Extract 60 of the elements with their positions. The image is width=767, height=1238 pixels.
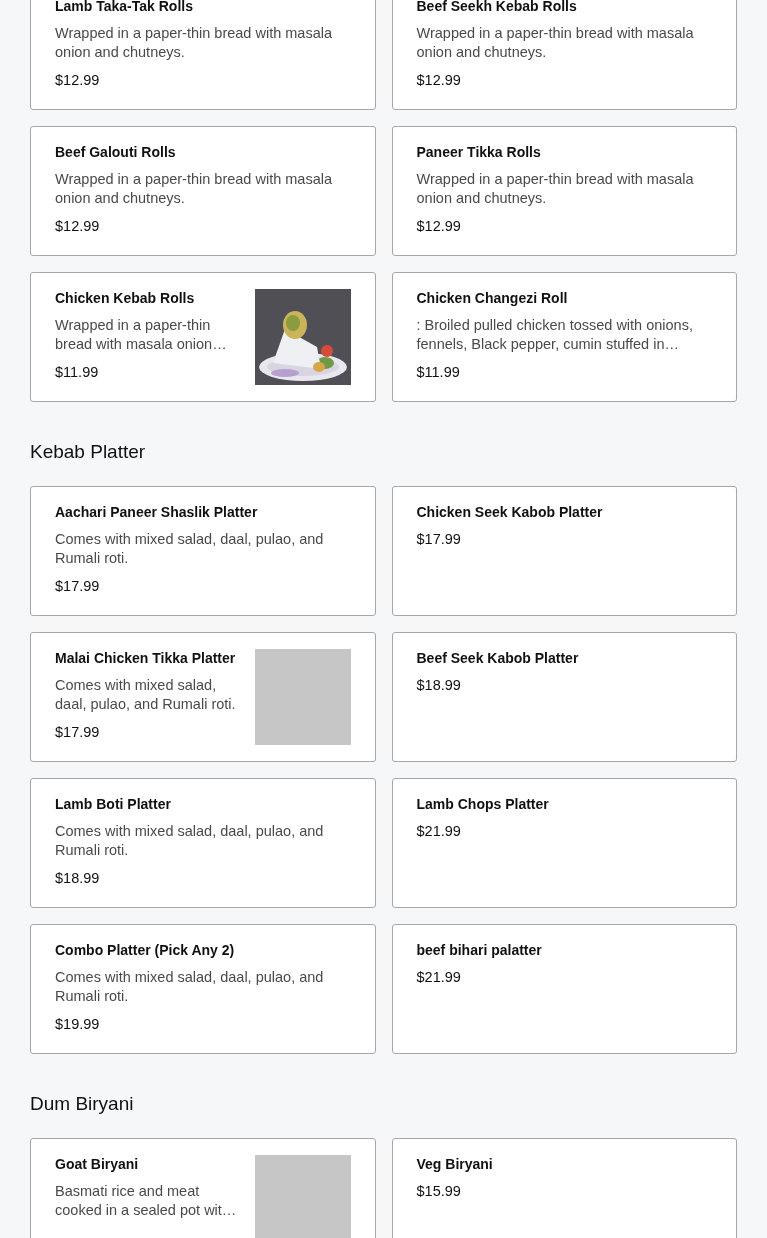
item-price: $12.99 [416,217,462,235]
menu-item-card[interactable]: Chicken Kebab Rolls Wrapped in a paper-thin bread with masala onion… $11.99 [30,272,376,402]
item-name: Beef Galouti Rolls [55,143,177,161]
item-name: Lamb Chops Platter [416,795,550,813]
item-name: Beef Seek Kabob Platter [416,649,580,667]
item-price: $12.99 [55,71,101,89]
menu-item-card[interactable]: Aachari Paneer Shaslik Platter Comes with mixed salad, daal, pulao, and Rumali roti. $17.99 [30,486,376,616]
menu-item-card[interactable]: Veg Biryani $15.99 [391,1138,737,1238]
item-name: Chicken Kebab Rolls [55,289,196,307]
item-price: $12.99 [416,71,462,89]
menu-item-card[interactable]: beef bihari palatter $21.99 [391,924,737,1054]
item-price: $12.99 [55,217,101,235]
item-name: Chicken Changezi Roll [416,289,569,307]
item-price: $21.99 [416,822,462,840]
item-name: Lamb Boti Platter [55,795,172,813]
item-description: Comes with mixed salad, daal, pulao, and Rumali roti. [55,530,325,567]
item-price: $18.99 [416,676,462,694]
item-name: Veg Biryani [416,1155,494,1173]
item-price: $19.99 [55,1015,101,1033]
item-description: Wrapped in a paper-thin bread with masala onion… [55,316,228,353]
item-name: Beef Seekh Kebab Rolls [416,0,578,15]
item-description: : Broiled pulled chicken tossed with onions, fennels, Black pepper, cumin stuffed in… [416,316,694,353]
item-price: $11.99 [55,363,100,381]
item-name: Combo Platter (Pick Any 2) [55,941,236,959]
item-name: Chicken Seek Kabob Platter [416,503,604,521]
menu-item-card[interactable]: Lamb Boti Platter Comes with mixed salad, daal, pulao, and Rumali roti. $18.99 [30,778,376,908]
menu-item-card[interactable]: Combo Platter (Pick Any 2) Comes with mixed salad, daal, pulao, and Rumali roti. $19.99 [30,924,376,1054]
menu-item-card[interactable]: Chicken Changezi Roll : Broiled pulled chicken tossed with onions, fennels, Black pepper, cumin stuffed in… $11.99 [391,272,737,402]
section-heading: Kebab Platter [30,440,147,464]
menu-item-card[interactable]: Lamb Chops Platter $21.99 [391,778,737,908]
section-heading: Dum Biryani [30,1092,135,1116]
item-name: Paneer Tikka Rolls [416,143,542,161]
menu-item-card[interactable]: Beef Seekh Kebab Rolls Wrapped in a paper-thin bread with masala onion and chutneys. $12.99 [391,0,737,110]
item-name: Malai Chicken Tikka Platter [55,649,237,667]
item-price: $17.99 [55,577,101,595]
item-price: $11.99 [416,363,461,381]
item-description: Wrapped in a paper-thin bread with masala onion and chutneys. [416,24,695,61]
item-price: $17.99 [416,530,462,548]
item-description: Wrapped in a paper-thin bread with masala onion and chutneys. [416,170,695,207]
menu-item-card[interactable]: Beef Galouti Rolls Wrapped in a paper-thin bread with masala onion and chutneys. $12.99 [30,126,376,256]
menu-item-card[interactable]: Chicken Seek Kabob Platter $17.99 [391,486,737,616]
item-price: $15.99 [416,1182,462,1200]
item-price: $17.99 [55,723,101,741]
item-description: Basmati rice and meat cooked in a sealed pot wit… [55,1182,238,1219]
menu-item-card[interactable]: Beef Seek Kabob Platter $18.99 [391,632,737,762]
item-name: Lamb Taka-Tak Rolls [55,0,194,15]
menu-item-card[interactable]: Lamb Taka-Tak Rolls Wrapped in a paper-thin bread with masala onion and chutneys. $12.99 [30,0,376,110]
item-name: Goat Biryani [55,1155,140,1173]
item-description: Comes with mixed salad, daal, pulao, and Rumali roti. [55,968,325,1005]
item-price: $18.99 [55,869,101,887]
item-description: Comes with mixed salad, daal, pulao, and Rumali roti. [55,676,237,713]
menu-item-card[interactable]: Malai Chicken Tikka Platter Comes with mixed salad, daal, pulao, and Rumali roti. $17.99 [30,632,376,762]
menu-item-card[interactable]: Goat Biryani Basmati rice and meat cooked in a sealed pot wit… [30,1138,376,1238]
item-name: beef bihari palatter [416,941,543,959]
item-price: $21.99 [416,968,462,986]
menu-item-card[interactable]: Paneer Tikka Rolls Wrapped in a paper-thin bread with masala onion and chutneys. $12.99 [391,126,737,256]
item-description: Wrapped in a paper-thin bread with masala onion and chutneys. [55,170,333,207]
item-description: Comes with mixed salad, daal, pulao, and Rumali roti. [55,822,325,859]
item-description: Wrapped in a paper-thin bread with masala onion and chutneys. [55,24,333,61]
item-name: Aachari Paneer Shaslik Platter [55,503,259,521]
